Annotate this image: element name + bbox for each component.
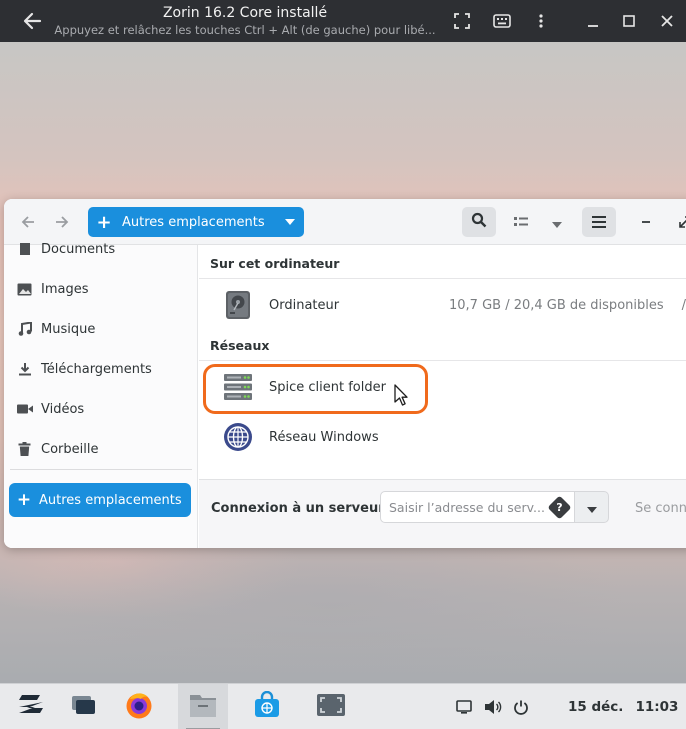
hamburger-icon [592,213,606,232]
sidebar-item-videos[interactable]: Vidéos [4,389,198,429]
music-icon [4,322,41,336]
sidebar-item-documents[interactable]: Documents [4,229,198,269]
mount-path: / [681,297,686,313]
menu-button[interactable] [582,207,616,237]
maximize-icon[interactable] [617,9,641,33]
zorin-logo-icon [17,693,45,721]
clock-time: 11:03 [635,699,679,715]
window-minimize-button[interactable] [629,207,663,237]
clock-date: 15 déc. [568,699,624,715]
power-icon[interactable] [511,697,531,717]
viewer-subtitle: Appuyez et relâchez les touches Ctrl + A… [54,23,436,37]
file-cabinet-icon [188,691,218,723]
firefox-launcher[interactable] [114,684,164,729]
chevron-down-icon [586,498,597,517]
sidebar-item-label: Autres emplacements [39,492,182,508]
sidebar-item-label: Corbeille [41,441,99,457]
section-title-networks: Réseaux [210,338,270,353]
file-manager-window: + Autres emplacements Documents Images M… [4,199,686,548]
video-icon [4,403,41,415]
location-name: Ordinateur [269,297,340,313]
display-icon[interactable] [454,697,474,717]
maximize-icon [679,213,686,232]
viewer-header: Zorin 16.2 Core installé Appuyez et relâ… [0,0,686,42]
connect-server-label: Connexion à un serveur [211,501,385,516]
sidebar-item-trash[interactable]: Corbeille [4,429,198,469]
minimize-icon[interactable] [581,9,605,33]
download-icon [4,362,41,376]
image-icon [4,283,41,296]
plus-icon: + [16,490,32,510]
clock[interactable]: 15 déc. 11:03 [568,699,678,715]
recent-servers-dropdown[interactable] [575,491,609,523]
sidebar-item-other-locations[interactable]: + Autres emplacements [9,483,191,517]
server-address-placeholder: Saisir l’adresse du serv... [389,499,545,515]
locations-view: Sur cet ordinateur Ordinateur 10,7 GB / … [199,245,686,548]
sidebar-item-downloads[interactable]: Téléchargements [4,349,198,389]
windows-icon [70,694,96,720]
trash-icon [4,442,41,456]
volume-icon[interactable] [483,697,503,717]
path-label: Autres emplacements [122,214,265,230]
section-divider [199,278,686,279]
globe-icon [199,422,267,452]
document-icon [4,242,41,256]
sidebar-item-label: Images [41,281,89,297]
mouse-pointer-icon [394,384,408,410]
section-title-computer: Sur cet ordinateur [210,256,340,271]
software-store-launcher[interactable] [242,684,292,729]
store-bag-icon [253,690,281,723]
sidebar-item-label: Musique [41,321,96,337]
minimize-icon [640,213,652,232]
taskbar: 15 déc. 11:03 [0,683,686,729]
workspaces-button[interactable] [58,684,108,729]
sidebar: Documents Images Musique Téléchargements… [4,242,198,548]
list-view-icon [514,213,528,232]
chevron-down-icon [552,213,562,232]
search-button[interactable] [462,207,496,237]
chevron-down-icon[interactable] [276,207,304,237]
sidebar-item-label: Vidéos [41,401,85,417]
screenshot-icon [316,693,346,721]
location-name: Réseau Windows [269,429,379,445]
view-list-button[interactable] [504,207,538,237]
server-address-input[interactable]: Saisir l’adresse du serv... ? [380,491,575,523]
sidebar-separator [10,469,192,470]
fullscreen-icon[interactable] [450,9,474,33]
help-icon[interactable]: ? [547,495,572,520]
more-menu-icon[interactable] [529,9,553,33]
view-options-button[interactable] [540,207,574,237]
connect-button[interactable]: Se conn [635,501,686,516]
harddisk-icon [199,290,267,320]
close-icon[interactable] [655,9,679,33]
firefox-icon [124,690,154,724]
location-row-computer[interactable]: Ordinateur 10,7 GB / 20,4 GB de disponib… [199,282,686,328]
sidebar-item-label: Téléchargements [41,361,152,377]
sidebar-item-images[interactable]: Images [4,269,198,309]
zorin-menu-button[interactable] [6,684,56,729]
disk-usage-info: 10,7 GB / 20,4 GB de disponibles / [449,297,686,313]
keyboard-icon[interactable] [490,9,514,33]
section-divider [199,360,686,361]
screenshot-launcher[interactable] [306,684,356,729]
files-launcher[interactable] [178,684,228,729]
sidebar-item-music[interactable]: Musique [4,309,198,349]
location-row-windows-network[interactable]: Réseau Windows [199,414,686,460]
viewer-title: Zorin 16.2 Core installé [162,5,328,21]
search-icon [471,212,487,232]
connect-server-bar: Connexion à un serveur Saisir l’adresse … [199,479,686,548]
window-maximize-button[interactable] [668,207,686,237]
sidebar-item-label: Documents [41,241,116,257]
